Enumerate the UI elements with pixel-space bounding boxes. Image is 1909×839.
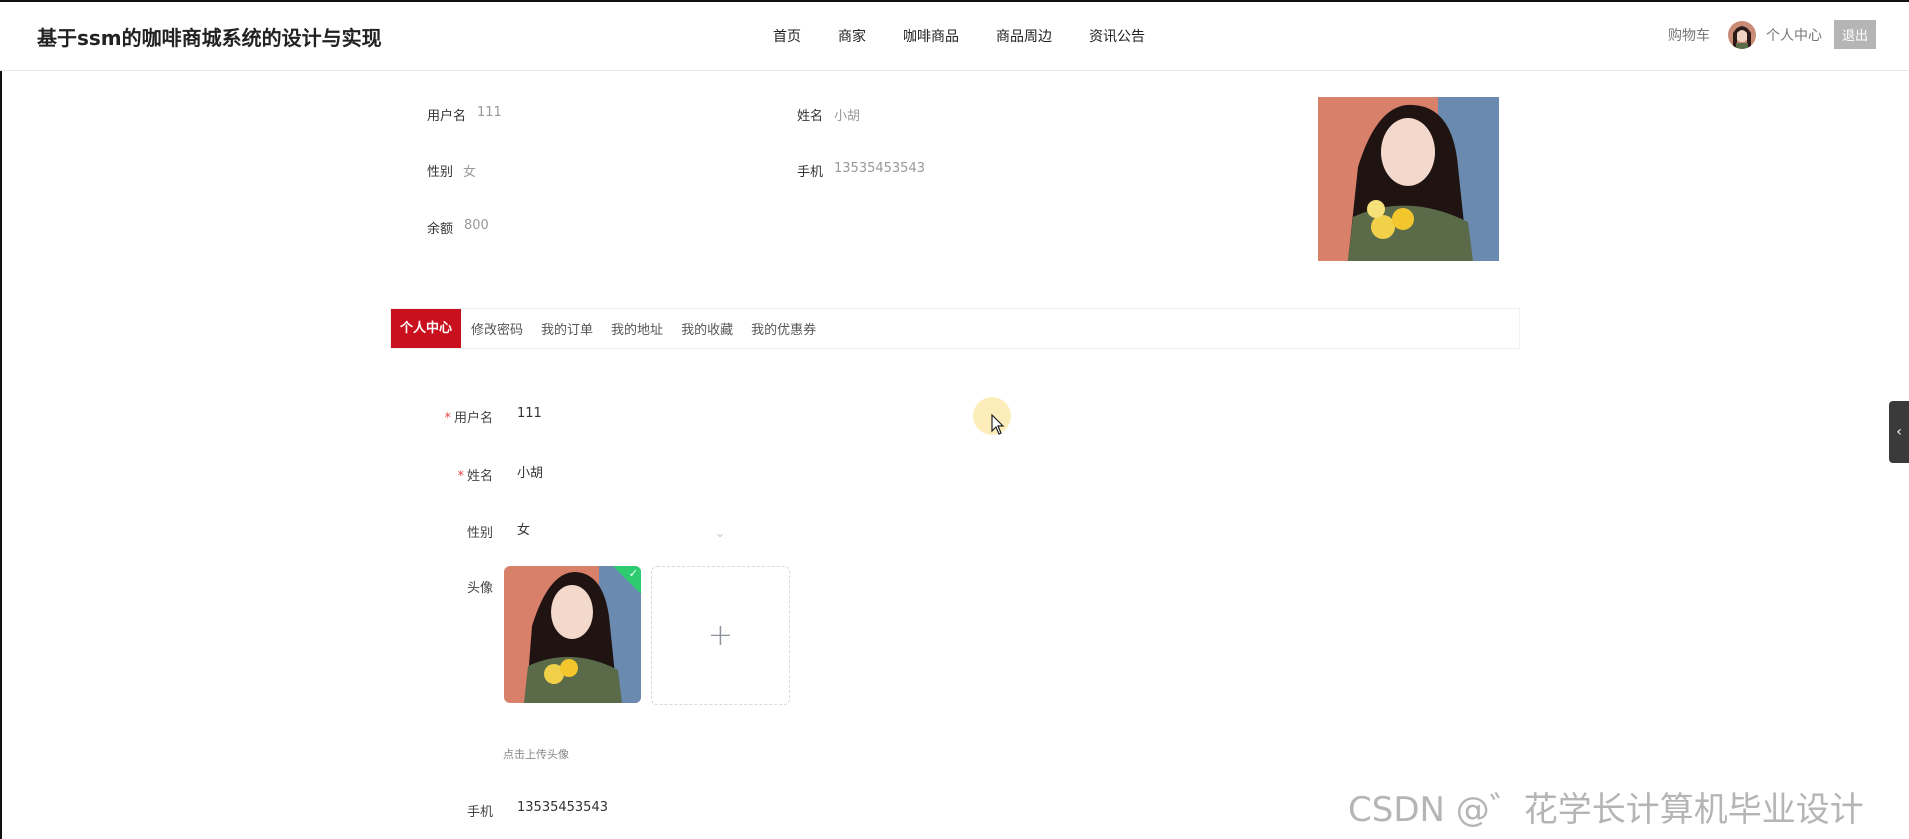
nav-news[interactable]: 资讯公告 — [1089, 26, 1145, 46]
plus-icon: + — [707, 618, 734, 653]
tab-my-coupons[interactable]: 我的优惠券 — [751, 319, 816, 338]
watermark: CSDN @゛花学长计算机毕业设计 — [1348, 790, 1864, 830]
summary-balance-label: 余额 — [427, 222, 454, 237]
summary-gender-label: 性别 — [427, 165, 454, 180]
phone-field[interactable] — [515, 799, 819, 816]
mouse-cursor-icon — [991, 414, 1005, 435]
chevron-left-icon: ‹ — [1896, 424, 1902, 440]
avatar-upload-preview[interactable]: ✓ — [504, 566, 641, 703]
summary-phone-label: 手机 — [797, 165, 824, 180]
gender-select[interactable] — [515, 520, 709, 537]
chevron-down-icon[interactable]: ⌄ — [715, 526, 725, 540]
logout-button[interactable]: 退出 — [1833, 20, 1876, 49]
user-center-link[interactable]: 个人中心 — [1766, 25, 1822, 45]
nav-merchants[interactable]: 商家 — [838, 26, 866, 46]
check-icon: ✓ — [628, 567, 638, 580]
avatar-image — [1727, 20, 1756, 49]
form-name-label: * 姓名 — [457, 469, 493, 484]
nav-home[interactable]: 首页 — [773, 26, 801, 46]
summary-name-value: 小胡 — [834, 109, 861, 124]
side-panel-toggle[interactable]: ‹ — [1889, 401, 1909, 463]
name-field[interactable] — [515, 463, 819, 480]
tab-my-orders[interactable]: 我的订单 — [541, 319, 593, 338]
form-username-label: * 用户名 — [444, 411, 493, 426]
site-header: 基于ssm的咖啡商城系统的设计与实现 首页 商家 咖啡商品 商品周边 资讯公告 … — [0, 2, 1909, 71]
avatar-upload-button[interactable]: + — [651, 566, 790, 705]
site-title: 基于ssm的咖啡商城系统的设计与实现 — [37, 26, 382, 50]
profile-tabs: 个人中心 修改密码 我的订单 我的地址 我的收藏 我的优惠券 — [390, 308, 1520, 349]
tab-my-favorites[interactable]: 我的收藏 — [681, 319, 733, 338]
username-field[interactable] — [515, 405, 819, 422]
summary-username-value: 111 — [477, 105, 502, 120]
tab-change-password[interactable]: 修改密码 — [471, 319, 523, 338]
upload-tip: 点击上传头像 — [503, 748, 569, 761]
tab-my-address[interactable]: 我的地址 — [611, 319, 663, 338]
summary-balance-value: 800 — [464, 218, 489, 233]
profile-photo-image — [1318, 97, 1499, 261]
nav-coffee-products[interactable]: 咖啡商品 — [903, 26, 959, 46]
summary-name-label: 姓名 — [797, 109, 824, 124]
summary-phone-value: 13535453543 — [834, 161, 925, 176]
avatar[interactable] — [1727, 20, 1756, 49]
summary-username-label: 用户名 — [427, 109, 467, 124]
nav-merchandise[interactable]: 商品周边 — [996, 26, 1052, 46]
form-avatar-label: 头像 — [466, 581, 493, 596]
main-nav: 首页 商家 咖啡商品 商品周边 资讯公告 — [773, 26, 1182, 46]
summary-gender-value: 女 — [463, 165, 477, 180]
header-user-area: 购物车 个人中心 退出 — [1668, 20, 1876, 49]
tab-user-center[interactable]: 个人中心 — [391, 309, 462, 348]
profile-photo — [1318, 97, 1499, 261]
cart-link[interactable]: 购物车 — [1668, 25, 1710, 45]
form-gender-label: 性别 — [466, 526, 493, 541]
left-border — [0, 0, 2, 839]
form-phone-label: 手机 — [466, 805, 493, 820]
